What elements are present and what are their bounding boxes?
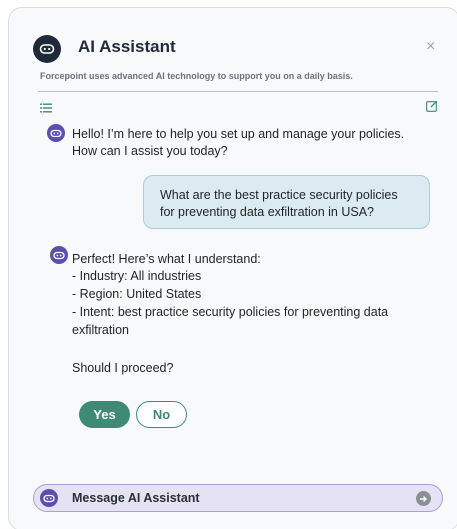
user-message: What are the best practice security poli… (143, 175, 430, 229)
page-title: AI Assistant (78, 37, 176, 56)
edit-icon[interactable] (426, 99, 438, 112)
bot-reply-intent-line1: - Intent: best practice security policie… (72, 305, 389, 319)
bot-reply-region: - Region: United States (72, 287, 202, 301)
bot-reply-question: Should I proceed? (72, 361, 174, 375)
message-composer (33, 484, 443, 512)
no-button[interactable]: No (136, 401, 187, 428)
bot-avatar-icon (50, 246, 68, 264)
bot-icon (33, 35, 61, 63)
divider (38, 91, 438, 92)
bot-reply-intro: Perfect! Here’s what I understand: (72, 252, 261, 266)
bot-message-greeting-line2: How can I assist you today? (72, 144, 228, 158)
send-arrow-icon[interactable] (416, 491, 431, 506)
subtitle: Forcepoint uses advanced AI technology t… (40, 71, 353, 81)
yes-button[interactable]: Yes (79, 401, 130, 428)
bot-reply-intent-line2: exfiltration (72, 323, 129, 337)
bot-avatar-icon (40, 489, 58, 507)
close-icon[interactable]: × (426, 38, 435, 56)
bot-message-greeting-line1: Hello! I’m here to help you set up and m… (72, 127, 405, 141)
list-icon[interactable] (40, 100, 52, 113)
bot-avatar-icon (47, 124, 65, 142)
message-input[interactable] (72, 491, 402, 505)
bot-reply-industry: - Industry: All industries (72, 269, 202, 283)
